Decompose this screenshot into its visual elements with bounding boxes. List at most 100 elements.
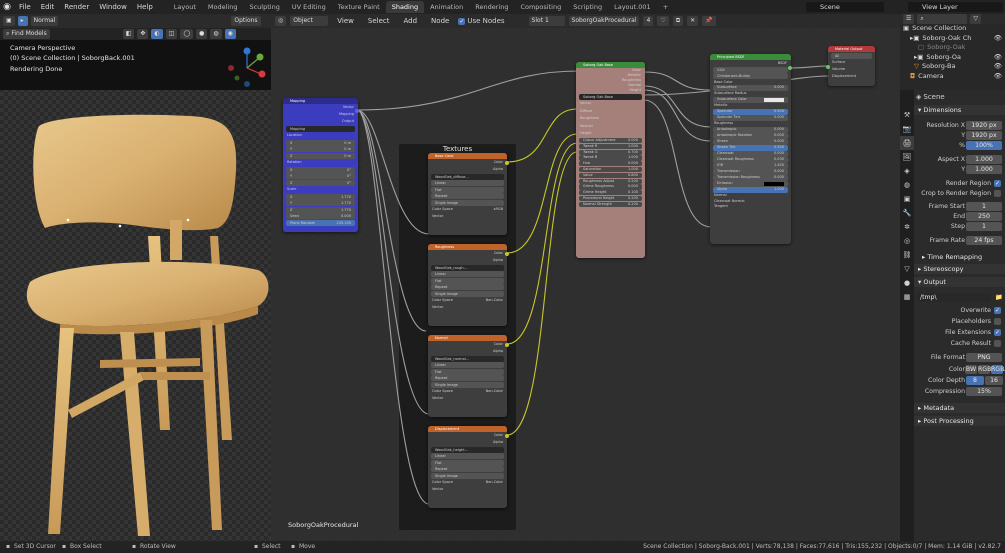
tab-uv-editing[interactable]: UV Editing [286,1,332,13]
tab-texture-paint[interactable]: Texture Paint [332,1,386,13]
group-param-field[interactable]: Procedural Height 0.200 [579,195,642,202]
outliner-item[interactable]: ▸▣ Soborg-Oak Ch 👁 [900,34,1005,44]
material-output-node[interactable]: Material Output All Surface Volume Displ… [828,46,875,86]
dimensions-panel-header[interactable]: ▾ Dimensions [914,105,1005,115]
unlink-material-icon[interactable]: ✕ [687,16,699,26]
color-space-row[interactable]: Color Space Non-Color [428,479,507,486]
bsdf-input-row[interactable]: Transmission 0.000 [713,169,788,175]
subsurface-method-dropdown[interactable]: Christensen-Burley [713,73,788,79]
tab-rendering[interactable]: Rendering [469,1,514,13]
cache-result-row[interactable]: Cache Result [914,339,1005,349]
color-rgba-button[interactable]: RGBA [991,365,1005,374]
material-selector[interactable]: SoborgOakProcedural [568,16,640,26]
interpolation-dropdown[interactable]: Linear [431,453,504,459]
frame-start-field[interactable]: 1 [966,202,1002,211]
resolution-y-field[interactable]: 1920 px [966,131,1002,140]
rotation-x[interactable]: X 0° [286,166,355,173]
color-depth-8-button[interactable]: 8 [966,376,984,385]
frame-rate-dropdown[interactable]: 24 fps [966,236,1002,245]
group-param-field[interactable]: Roughness Adjust 0.200 [579,178,642,184]
outliner-item[interactable]: ◘ Camera 👁 [900,72,1005,82]
slot-dropdown[interactable]: Slot 1 [528,16,565,26]
tab-sculpting[interactable]: Sculpting [243,1,285,13]
constraints-tab-icon[interactable]: ⛓ [900,248,914,262]
find-models-button[interactable]: ⌕ Find Models [3,29,50,39]
scale-z[interactable]: Z 1.770 [286,206,355,213]
outliner-item[interactable]: ▽ Soborg-Ba 👁 [900,62,1005,72]
menu-edit[interactable]: Edit [36,3,60,11]
menu-window[interactable]: Window [94,3,132,11]
scene-collection-row[interactable]: ▣ Scene Collection [900,24,1005,34]
placeholders-checkbox[interactable] [994,318,1001,325]
source-dropdown[interactable]: Single Image [431,290,504,297]
image-file-selector[interactable]: WoodOak_height... [431,446,504,453]
ne-menu-add[interactable]: Add [398,17,422,25]
render-tab-icon[interactable]: 📷 [900,122,914,136]
shading-rendered-button[interactable]: ◉ [224,29,236,39]
aspect-x-field[interactable]: 1.000 [966,155,1002,164]
group-param-field[interactable]: Grime Roughness 0.000 [579,184,642,190]
extension-dropdown[interactable]: Repeat [431,375,504,381]
visibility-eye-icon[interactable]: 👁 [994,72,1002,82]
group-param-field[interactable]: Tweak R 1.000 [579,143,642,150]
outliner[interactable]: ☰ ⌕ ▽ ▣ Scene Collection ▸▣ Soborg-Oak Ch… [900,14,1005,90]
texture-node-normal[interactable]: Normal Color Alpha WoodOak_normal... Lin… [428,335,507,417]
ne-menu-node[interactable]: Node [426,17,454,25]
principled-bsdf-node[interactable]: Principled BSDF BSDF GGX Christensen-Bur… [710,54,791,244]
tab-animation[interactable]: Animation [424,1,469,13]
menu-file[interactable]: File [14,3,36,11]
select-tool-button[interactable]: ▸ [17,16,28,26]
rotation-y[interactable]: Y 0° [286,173,355,179]
metadata-panel-header[interactable]: ▸ Metadata [914,403,1005,413]
placeholders-row[interactable]: Placeholders [914,317,1005,327]
tab-modeling[interactable]: Modeling [202,1,244,13]
group-selector[interactable]: Soborg Oak Base [579,93,642,100]
material-users-count[interactable]: 4 [643,16,654,26]
tab-layout[interactable]: Layout [168,1,202,13]
blender-logo-icon[interactable]: ◉ [0,0,14,14]
texture-node-roughness[interactable]: Roughness Color Alpha WoodOak_rough... L… [428,244,507,326]
group-param-field[interactable]: Saturation 1.000 [579,167,642,173]
menu-render[interactable]: Render [59,3,94,11]
editor-type-button[interactable]: ▣ [3,16,15,26]
mode-dropdown[interactable]: Normal [30,16,59,26]
location-y[interactable]: Y0 m [286,146,355,152]
outliner-editor-type-button[interactable]: ☰ [903,14,915,24]
cache-result-checkbox[interactable] [994,340,1001,347]
file-extensions-checkbox[interactable]: ✓ [994,329,1001,336]
tab-layout-001[interactable]: Layout.001 [608,1,657,13]
color-space-row[interactable]: Color Space Non-Color [428,388,507,395]
tool-tab-icon[interactable]: ⚒ [900,108,914,122]
tab-compositing[interactable]: Compositing [514,1,567,13]
color-depth-16-button[interactable]: 16 [985,376,1003,385]
resolution-x-field[interactable]: 1920 px [966,121,1002,130]
material-tab-icon[interactable]: ● [900,276,914,290]
scene-tab-icon[interactable]: ◈ [900,164,914,178]
time-remapping-panel-header[interactable]: ▸ Time Remapping [914,252,1005,262]
group-param-field[interactable]: Value 0.800 [579,172,642,178]
view-layer-tab-icon[interactable]: 🖼 [900,150,914,164]
projection-dropdown[interactable]: Flat [431,459,504,466]
bsdf-output-socket[interactable] [788,66,792,70]
mapping-vector-socket[interactable] [355,109,359,113]
projection-dropdown[interactable]: Flat [431,368,504,375]
projection-dropdown[interactable]: Flat [431,277,504,284]
output-target-dropdown[interactable]: All [831,52,872,59]
texture-tab-icon[interactable]: ▦ [900,290,914,304]
object-mode-dropdown[interactable]: Object [290,16,329,26]
crop-region-checkbox[interactable] [994,190,1001,197]
file-format-dropdown[interactable]: PNG [966,353,1002,362]
frame-end-field[interactable]: 250 [966,212,1002,221]
scale-y[interactable]: Y 1.770 [286,200,355,206]
interpolation-dropdown[interactable]: Linear [431,271,504,277]
bsdf-input-row[interactable]: Clearcoat Roughness 0.030 [713,157,788,163]
stereoscopy-panel-header[interactable]: ▸ Stereoscopy [914,264,1005,274]
navigation-gizmo[interactable] [225,46,269,90]
source-dropdown[interactable]: Single Image [431,381,504,388]
mapping-seed[interactable]: Seed 0.000 [286,213,355,219]
use-nodes-toggle[interactable]: ✓ Use Nodes [458,17,505,25]
aspect-y-field[interactable]: 1.000 [966,165,1002,174]
outliner-item[interactable]: ▸▣ Soborg-Oa 👁 [900,53,1005,63]
normal-color-socket[interactable] [505,343,509,347]
render-region-row[interactable]: Render Region ✓ [914,179,1005,189]
